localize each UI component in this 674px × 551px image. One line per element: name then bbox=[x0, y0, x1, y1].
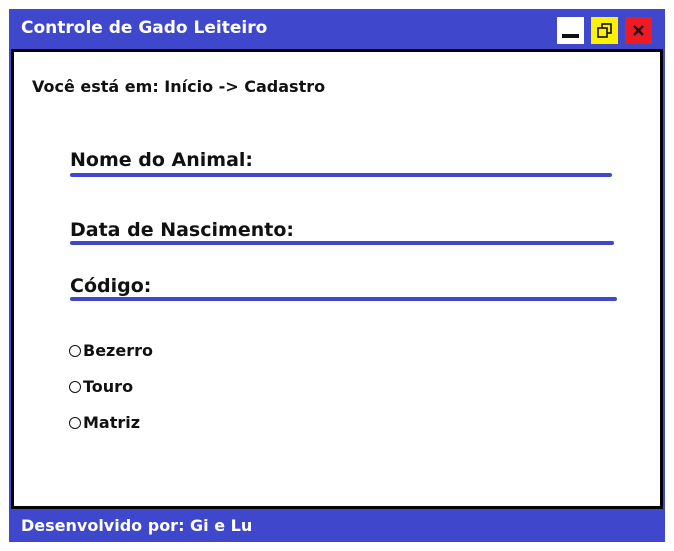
maximize-button[interactable] bbox=[591, 17, 618, 44]
code-input[interactable] bbox=[70, 297, 617, 301]
radio-matriz[interactable]: Matriz bbox=[69, 413, 140, 432]
birth-date-label: Data de Nascimento: bbox=[70, 219, 294, 241]
main-content: Você está em: Início -> Cadastro Nome do… bbox=[11, 49, 663, 509]
radio-button-icon[interactable] bbox=[69, 344, 81, 357]
radio-bezerro[interactable]: Bezerro bbox=[69, 341, 153, 360]
restore-icon bbox=[597, 23, 612, 38]
radio-touro[interactable]: Touro bbox=[69, 377, 133, 396]
title-bar[interactable]: Controle de Gado Leiteiro bbox=[9, 9, 665, 49]
animal-name-label: Nome do Animal: bbox=[70, 149, 253, 171]
close-icon bbox=[633, 25, 644, 36]
radio-button-icon[interactable] bbox=[69, 380, 81, 393]
footer-credits: Desenvolvido por: Gi e Lu bbox=[21, 516, 253, 535]
minimize-icon bbox=[562, 34, 579, 38]
close-button[interactable] bbox=[625, 17, 652, 44]
window-title: Controle de Gado Leiteiro bbox=[21, 18, 268, 38]
app-window: Controle de Gado Leiteiro Você está em: … bbox=[9, 9, 665, 542]
radio-label: Bezerro bbox=[83, 341, 153, 360]
radio-button-icon[interactable] bbox=[69, 416, 81, 429]
footer: Desenvolvido por: Gi e Lu bbox=[9, 509, 665, 542]
birth-date-input[interactable] bbox=[70, 241, 614, 245]
minimize-button[interactable] bbox=[557, 17, 584, 44]
radio-label: Matriz bbox=[83, 413, 141, 432]
radio-label: Touro bbox=[83, 377, 134, 396]
breadcrumb: Você está em: Início -> Cadastro bbox=[32, 77, 326, 96]
animal-name-input[interactable] bbox=[70, 173, 612, 177]
code-label: Código: bbox=[70, 275, 152, 297]
